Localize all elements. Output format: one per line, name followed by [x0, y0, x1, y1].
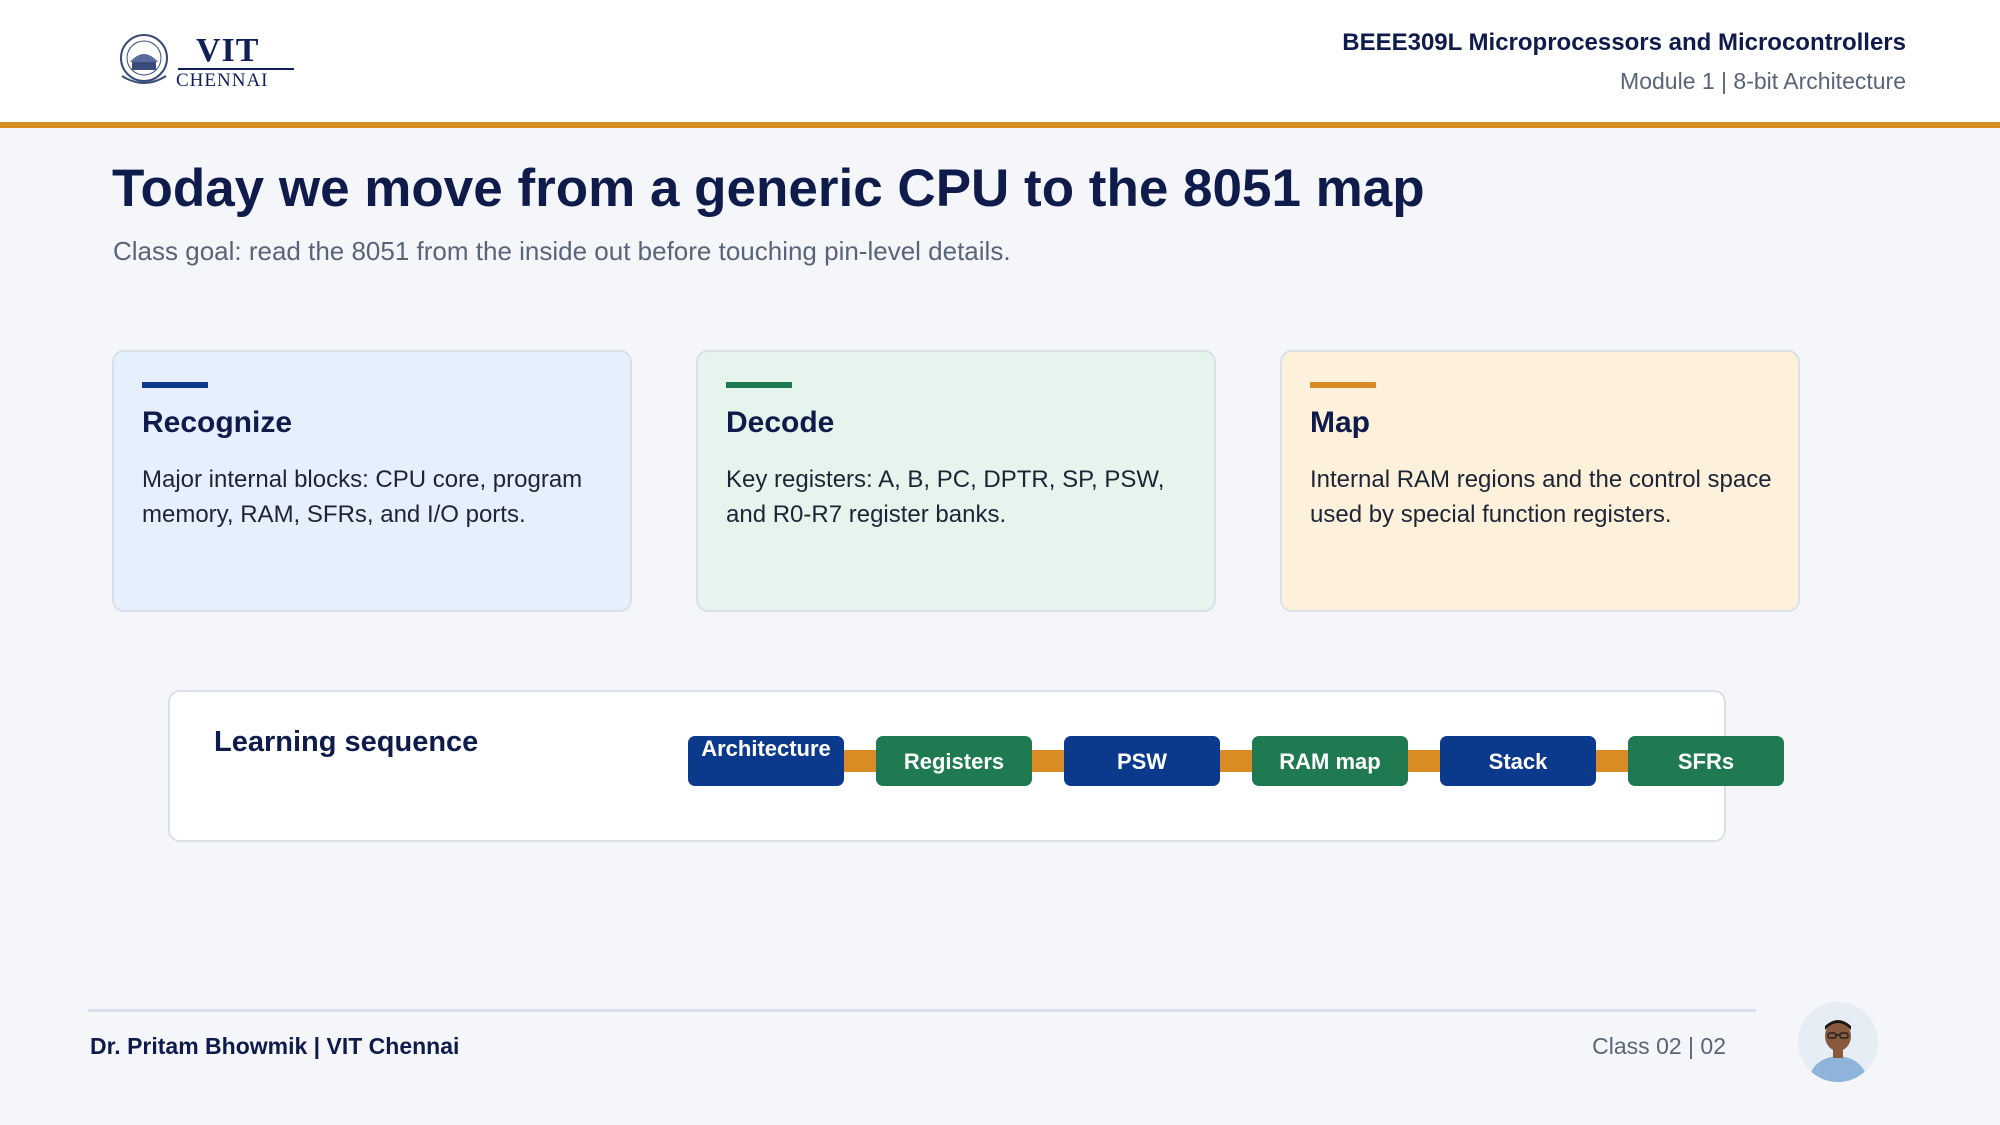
slide-header: VIT CHENNAI BEEE309L Microprocessors and…: [0, 0, 2000, 128]
slide-subtitle: Class goal: read the 8051 from the insid…: [113, 236, 1011, 266]
sequence-connector: [844, 750, 876, 772]
learning-sequence-label: Learning sequence: [214, 726, 479, 758]
sequence-step-sfrs: SFRs: [1628, 736, 1784, 786]
sequence-step-architecture: Architecture: [688, 736, 844, 786]
card-accent-bar: [1310, 382, 1376, 388]
sequence-connector: [1032, 750, 1064, 772]
card-map: Map Internal RAM regions and the control…: [1280, 350, 1800, 612]
sequence-step-registers: Registers: [876, 736, 1032, 786]
footer-class-page: Class 02 | 02: [1592, 1033, 1726, 1059]
card-text: Key registers: A, B, PC, DPTR, SP, PSW, …: [726, 466, 1165, 528]
card-accent-bar: [142, 382, 208, 388]
presenter-avatar: [1798, 1002, 1878, 1082]
vit-logo: VIT CHENNAI: [118, 32, 298, 92]
card-text: Internal RAM regions and the control spa…: [1310, 466, 1772, 528]
course-title: BEEE309L Microprocessors and Microcontro…: [1342, 29, 1906, 56]
sequence-step-psw: PSW: [1064, 736, 1220, 786]
sequence-connector: [1220, 750, 1252, 772]
logo-word: VIT: [196, 32, 260, 69]
vit-seal-icon: [120, 34, 168, 84]
card-recognize: Recognize Major internal blocks: CPU cor…: [112, 350, 632, 612]
card-text: Major internal blocks: CPU core, program…: [142, 466, 583, 528]
card-title: Recognize: [142, 406, 293, 439]
sequence-step-ram-map: RAM map: [1252, 736, 1408, 786]
sequence-connector: [1408, 750, 1440, 772]
learning-sequence-track: Architecture Registers PSW RAM map Stack…: [688, 736, 1788, 788]
sequence-connector: [1596, 750, 1628, 772]
learning-sequence-panel: Learning sequence Architecture Registers…: [168, 690, 1784, 842]
footer-divider: [88, 1009, 1756, 1012]
card-accent-bar: [726, 382, 792, 388]
slide-title: Today we move from a generic CPU to the …: [112, 159, 1425, 218]
presenter-avatar-icon: [1798, 1002, 1878, 1082]
card-title: Map: [1310, 406, 1370, 439]
sequence-step-stack: Stack: [1440, 736, 1596, 786]
footer-author: Dr. Pritam Bhowmik | VIT Chennai: [90, 1033, 460, 1059]
logo-subword: CHENNAI: [176, 70, 269, 91]
card-decode: Decode Key registers: A, B, PC, DPTR, SP…: [696, 350, 1216, 612]
card-title: Decode: [726, 406, 835, 439]
module-label: Module 1 | 8-bit Architecture: [1620, 68, 1906, 94]
